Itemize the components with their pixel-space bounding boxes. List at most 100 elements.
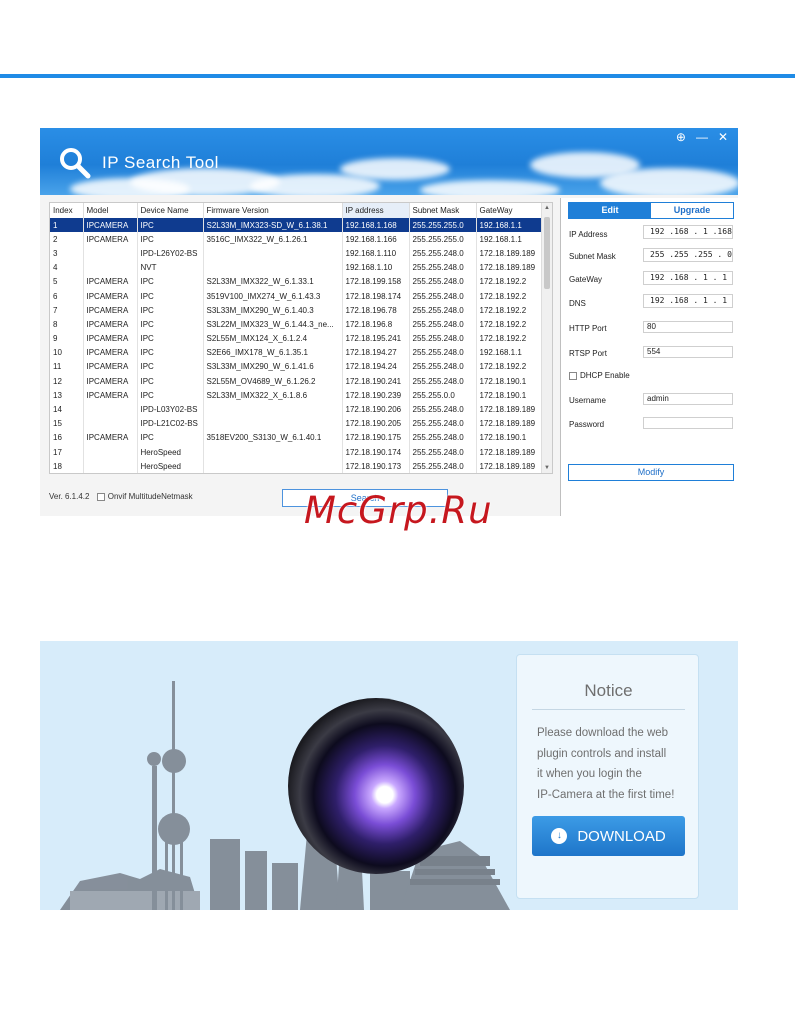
- table-row[interactable]: 10 IPCAMERA IPC S2E66_IMX178_W_6.1.35.1 172.…: [50, 345, 542, 360]
- scroll-down-icon[interactable]: ▼: [544, 465, 550, 471]
- dhcp-checkbox[interactable]: [569, 371, 577, 380]
- table-row[interactable]: 17 HeroSpeed 172.18.190.174 255.255.248.0 17…: [50, 445, 542, 460]
- onvif-label: Onvif MultitudeNetmask: [107, 492, 193, 501]
- table-cell: S2L55M_IMX124_X_6.1.2.4: [203, 331, 343, 346]
- table-cell: 17: [50, 445, 84, 460]
- table-cell: 192.168.1.1: [476, 232, 542, 247]
- scroll-thumb[interactable]: [544, 217, 550, 289]
- pin-icon[interactable]: ⊕: [676, 130, 686, 144]
- column-header-subnet[interactable]: Subnet Mask: [409, 203, 477, 218]
- notice-card: Notice Please download the web plugin co…: [516, 654, 699, 899]
- scroll-up-icon[interactable]: ▲: [544, 205, 550, 211]
- table-cell: IPCAMERA: [83, 232, 138, 247]
- table-cell: 10: [50, 345, 84, 360]
- dns-field[interactable]: 192 .168 . 1 . 1: [643, 294, 733, 308]
- table-cell: 172.18.190.239: [342, 388, 410, 403]
- table-cell: IPCAMERA: [83, 359, 138, 375]
- table-row[interactable]: 6 IPCAMERA IPC 3519V100_IMX274_W_6.1.43.3 17…: [50, 288, 542, 304]
- table-row[interactable]: 16 IPCAMERA IPC 3518EV200_S3130_W_6.1.40.1 1…: [50, 430, 542, 445]
- modify-button[interactable]: Modify: [568, 464, 734, 481]
- table-row[interactable]: 4 NVT 192.168.1.10 255.255.248.0 172.18.189.…: [50, 260, 542, 275]
- column-header-model[interactable]: Model: [83, 203, 138, 218]
- table-cell: 255.255.248.0: [409, 445, 477, 460]
- ip-address-field[interactable]: 192 .168 . 1 .168: [643, 225, 733, 239]
- close-icon[interactable]: ✕: [718, 130, 728, 144]
- table-row[interactable]: 12 IPCAMERA IPC S2L55M_OV4689_W_6.1.26.2 172…: [50, 374, 542, 389]
- table-row[interactable]: 15 IPD-L21C02-BS 172.18.190.205 255.255.248…: [50, 416, 542, 431]
- table-cell: 255.255.248.0: [409, 288, 477, 304]
- table-cell: 255.255.248.0: [409, 317, 477, 332]
- table-cell: 192.168.1.166: [342, 232, 410, 247]
- table-row[interactable]: 9 IPCAMERA IPC S2L55M_IMX124_X_6.1.2.4 172.1…: [50, 331, 542, 346]
- onvif-checkbox[interactable]: [97, 492, 106, 501]
- table-cell: 11: [50, 359, 84, 375]
- table-row[interactable]: 18 HeroSpeed 172.18.190.173 255.255.248.0 17…: [50, 459, 542, 473]
- minimize-icon[interactable]: —: [696, 130, 708, 144]
- table-row[interactable]: 1 IPCAMERA IPC S2L33M_IMX323-SD_W_6.1.38.1 1…: [50, 218, 542, 233]
- table-cell: IPC: [137, 331, 204, 346]
- dhcp-checkbox-group[interactable]: DHCP Enable: [569, 371, 630, 380]
- table-row[interactable]: 5 IPCAMERA IPC S2L33M_IMX322_W_6.1.33.1 172.…: [50, 274, 542, 289]
- table-cell: IPC: [137, 232, 204, 247]
- table-cell: 172.18.190.241: [342, 374, 410, 389]
- column-header-index[interactable]: Index: [50, 203, 84, 218]
- table-row[interactable]: 11 IPCAMERA IPC S3L33M_IMX290_W_6.1.41.6 172…: [50, 359, 542, 375]
- table-scrollbar[interactable]: ▲ ▼: [541, 203, 552, 473]
- table-cell: IPCAMERA: [83, 345, 138, 360]
- table-cell: HeroSpeed: [137, 459, 204, 473]
- http-port-field[interactable]: 80: [643, 321, 733, 333]
- table-row[interactable]: 3 IPD-L26Y02-BS 192.168.1.110 255.255.248.0…: [50, 246, 542, 261]
- table-cell: IPC: [137, 317, 204, 332]
- gateway-field[interactable]: 192 .168 . 1 . 1: [643, 271, 733, 285]
- column-header-firmware[interactable]: Firmware Version: [203, 203, 343, 218]
- table-cell: 255.255.255.0: [409, 218, 477, 233]
- table-cell: 255.255.248.0: [409, 331, 477, 346]
- table-cell: 172.18.192.2: [476, 359, 542, 375]
- table-cell: 192.168.1.1: [476, 218, 542, 233]
- onvif-checkbox-group[interactable]: Onvif MultitudeNetmask: [97, 492, 193, 501]
- column-header-device-name[interactable]: Device Name: [137, 203, 204, 218]
- table-cell: IPC: [137, 430, 204, 445]
- table-cell: 172.18.189.189: [476, 260, 542, 275]
- password-field[interactable]: [643, 417, 733, 429]
- table-cell: 172.18.189.189: [476, 246, 542, 261]
- device-grid[interactable]: Index Model Device Name Firmware Version…: [49, 202, 553, 474]
- table-row[interactable]: 14 IPD-L03Y02-BS 172.18.190.206 255.255.248…: [50, 402, 542, 417]
- table-cell: S3L22M_IMX323_W_6.1.44.3_ne...: [203, 317, 343, 332]
- table-cell: 172.18.190.1: [476, 374, 542, 389]
- panel-tabs: Edit Upgrade: [568, 202, 734, 219]
- header-rule: [0, 74, 795, 78]
- tab-edit[interactable]: Edit: [569, 203, 651, 218]
- table-row[interactable]: 13 IPCAMERA IPC S2L33M_IMX322_X_6.1.8.6 172.…: [50, 388, 542, 403]
- subnet-mask-field[interactable]: 255 .255 .255 . 0: [643, 248, 733, 262]
- table-row[interactable]: 7 IPCAMERA IPC S3L33M_IMX290_W_6.1.40.3 172.…: [50, 303, 542, 318]
- notice-title: Notice: [584, 681, 633, 700]
- status-row: Ver. 6.1.4.2 Onvif MultitudeNetmask: [49, 492, 193, 501]
- username-field[interactable]: admin: [643, 393, 733, 405]
- dns-label: DNS: [569, 299, 586, 308]
- column-header-gateway[interactable]: GateWay: [476, 203, 542, 218]
- download-label: DOWNLOAD: [577, 827, 666, 845]
- table-cell: 172.18.192.2: [476, 303, 542, 318]
- rtsp-port-label: RTSP Port: [569, 349, 607, 358]
- column-header-ip[interactable]: IP address: [342, 203, 410, 218]
- plugin-notice-panel: Notice Please download the web plugin co…: [40, 641, 738, 910]
- table-cell: S2E66_IMX178_W_6.1.35.1: [203, 345, 343, 360]
- table-cell: 255.255.248.0: [409, 246, 477, 261]
- password-label: Password: [569, 420, 605, 429]
- table-cell: 172.18.196.8: [342, 317, 410, 332]
- magnifier-icon: [58, 146, 92, 180]
- table-cell: IPCAMERA: [83, 317, 138, 332]
- tab-upgrade[interactable]: Upgrade: [651, 203, 733, 218]
- download-button[interactable]: ↓ DOWNLOAD: [532, 816, 685, 856]
- table-row[interactable]: 2 IPCAMERA IPC 3516C_IMX322_W_6.1.26.1 192.1…: [50, 232, 542, 247]
- table-cell: 255.255.248.0: [409, 430, 477, 445]
- table-cell: 255.255.248.0: [409, 260, 477, 275]
- rtsp-port-field[interactable]: 554: [643, 346, 733, 358]
- ip-search-tool-window: IP Search Tool ⊕ — ✕ Index Model Device …: [40, 128, 738, 516]
- table-cell: [203, 246, 343, 261]
- table-cell: 16: [50, 430, 84, 445]
- table-row[interactable]: 8 IPCAMERA IPC S3L22M_IMX323_W_6.1.44.3_ne.…: [50, 317, 542, 332]
- table-cell: 5: [50, 274, 84, 289]
- table-cell: IPCAMERA: [83, 218, 138, 233]
